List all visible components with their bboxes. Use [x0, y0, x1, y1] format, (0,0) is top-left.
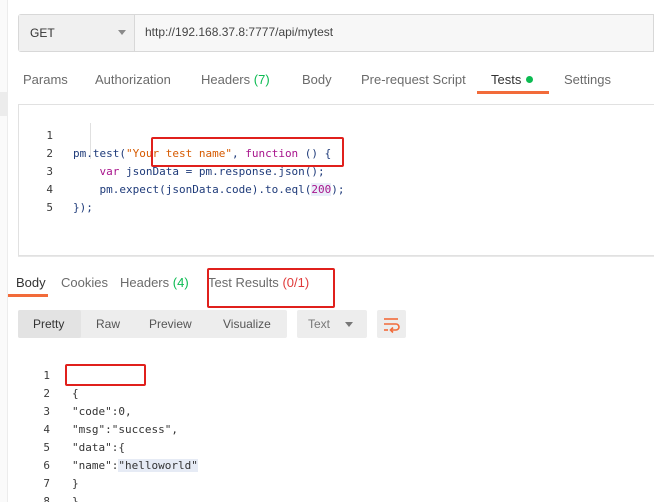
tab-tests[interactable]: Tests [491, 72, 534, 87]
tab-headers[interactable]: Headers (7) [201, 72, 270, 87]
tests-editor[interactable]: 1 pm.test("Your test name", function () … [18, 104, 654, 256]
response-text: } [72, 495, 79, 502]
tab-headers-count: (7) [253, 72, 270, 87]
url-input[interactable]: http://192.168.37.8:7777/api/mytest [145, 25, 333, 39]
annotation-box-code-value [65, 364, 146, 386]
format-select[interactable]: Text [297, 310, 367, 338]
status-dot-icon [526, 76, 534, 83]
response-line: 8 [0, 475, 620, 502]
chevron-down-icon [345, 322, 353, 327]
code-text: }); [73, 201, 93, 214]
format-select-label: Text [308, 317, 331, 331]
method-select[interactable]: GET [19, 15, 135, 51]
response-line: 6 } [0, 439, 620, 490]
active-response-tab-indicator [8, 294, 48, 297]
tab-params[interactable]: Params [23, 72, 68, 87]
tab-response-body[interactable]: Body [16, 275, 46, 290]
tab-cookies[interactable]: Cookies [61, 275, 108, 290]
tab-authorization[interactable]: Authorization [95, 72, 171, 87]
method-label: GET [30, 26, 55, 40]
response-line: 5 "name":"helloworld" [0, 421, 620, 472]
mode-pretty-button[interactable]: Pretty [33, 317, 64, 331]
wrap-lines-icon [384, 318, 400, 334]
tab-headers-label: Headers [201, 72, 251, 87]
response-line: 4 "data":{ [0, 403, 620, 454]
pane-divider[interactable] [18, 256, 654, 266]
mode-preview-button[interactable]: Preview [149, 317, 192, 331]
tab-response-headers[interactable]: Headers (4) [120, 275, 189, 290]
annotation-box-assertion [151, 137, 344, 167]
tab-settings[interactable]: Settings [564, 72, 611, 87]
sidebar-edge-marker [0, 92, 8, 116]
annotation-box-test-results [207, 268, 335, 308]
mode-raw-button[interactable]: Raw [96, 317, 120, 331]
wrap-lines-button[interactable] [377, 310, 406, 338]
code-line: 5 [19, 181, 639, 214]
tab-response-headers-label: Headers [120, 275, 170, 290]
tab-response-headers-count: (4) [172, 275, 189, 290]
line-number: 8 [43, 495, 50, 502]
line-number: 5 [46, 201, 53, 214]
active-tab-indicator [477, 91, 549, 94]
tab-pre-request-script[interactable]: Pre-request Script [361, 72, 466, 87]
tab-body[interactable]: Body [302, 72, 332, 87]
tab-tests-label: Tests [491, 72, 522, 87]
view-mode-group: Pretty Raw Preview Visualize [18, 310, 287, 338]
chevron-down-icon [118, 30, 126, 35]
code-line: 1 pm.test("Your test name", function () … [19, 109, 639, 160]
response-line: 3 "msg":"success", [0, 385, 620, 436]
request-url-bar: GET http://192.168.37.8:7777/api/mytest [18, 14, 654, 52]
response-line: 7 } [0, 457, 620, 502]
mode-visualize-button[interactable]: Visualize [223, 317, 271, 331]
